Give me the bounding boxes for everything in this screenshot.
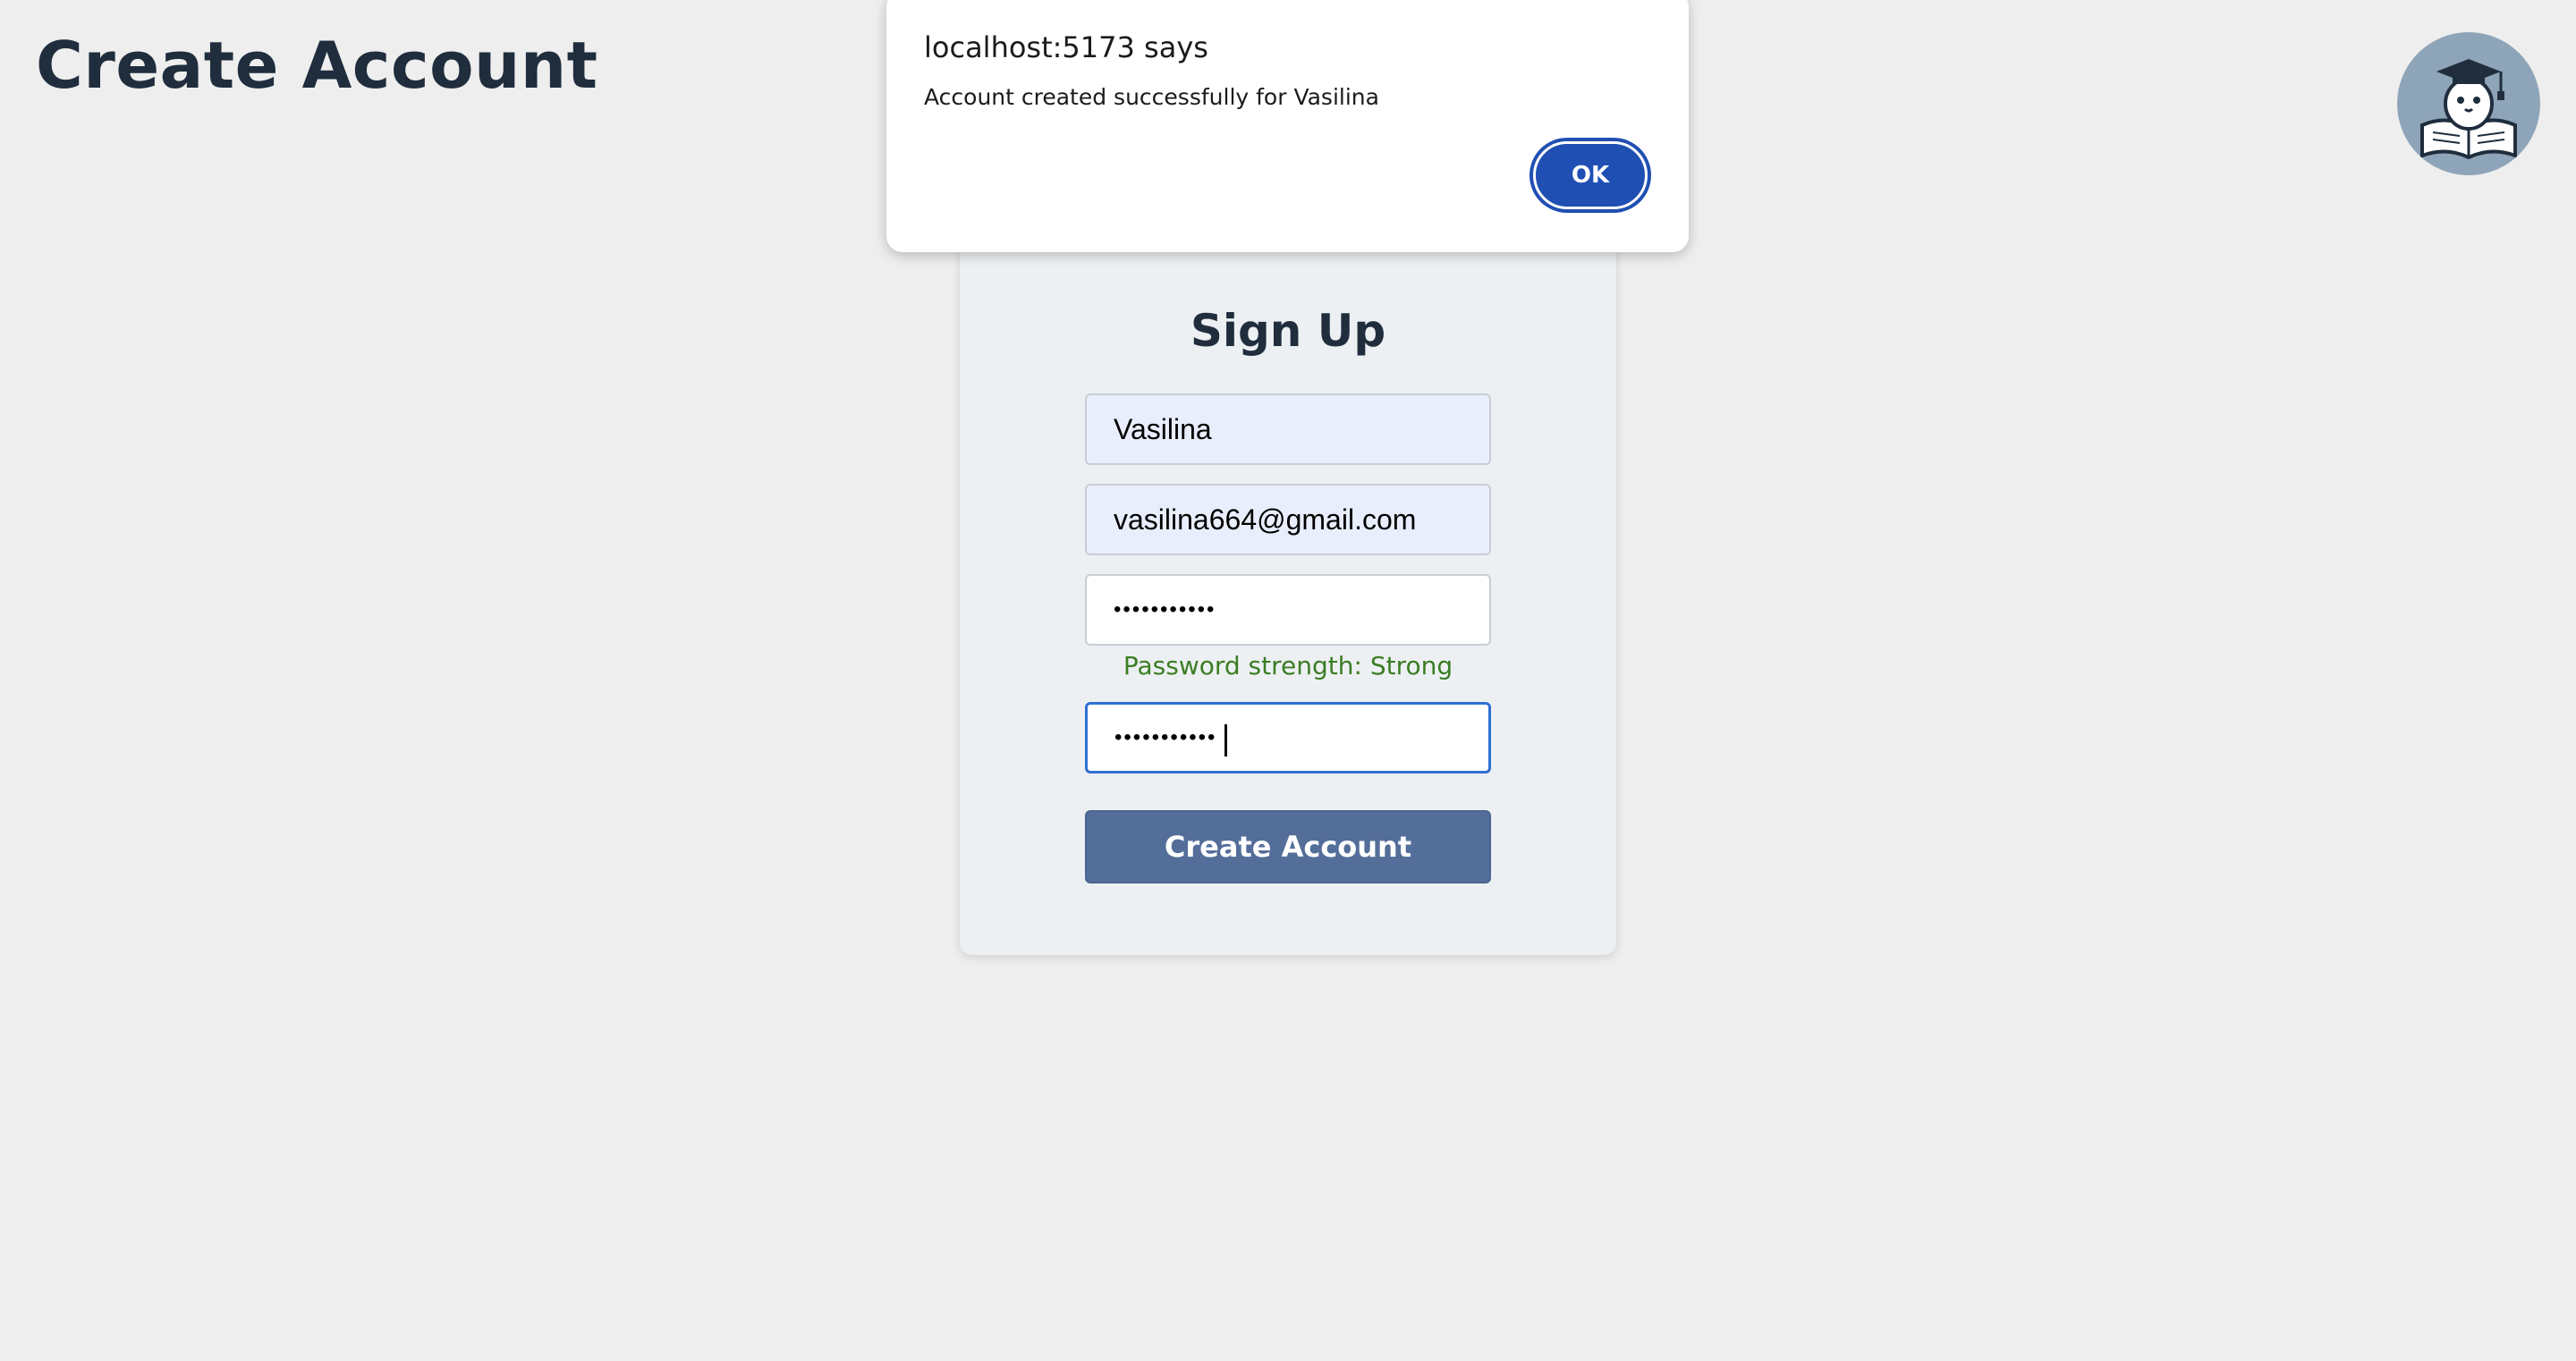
alert-title: localhost:5173 says	[924, 30, 1208, 64]
signup-card: Sign Up Password strength: Strong Create…	[960, 232, 1616, 955]
name-field[interactable]	[1085, 393, 1491, 465]
text-caret	[1224, 724, 1227, 757]
password-field[interactable]	[1085, 574, 1491, 646]
alert-ok-button[interactable]: OK	[1533, 141, 1648, 209]
signup-heading: Sign Up	[1190, 305, 1386, 357]
page: Create Account Sign Up Password s	[0, 0, 2576, 1361]
alert-dialog: localhost:5173 says Account created succ…	[886, 0, 1689, 252]
create-account-button[interactable]: Create Account	[1085, 810, 1491, 883]
password-strength-text: Password strength: Strong	[1123, 651, 1453, 680]
email-field[interactable]	[1085, 484, 1491, 555]
graduate-owl-reading-book-icon	[2420, 59, 2517, 160]
page-title: Create Account	[36, 28, 598, 103]
confirm-password-field[interactable]	[1085, 702, 1491, 773]
alert-message: Account created successfully for Vasilin…	[924, 84, 1379, 110]
avatar[interactable]	[2397, 32, 2540, 175]
